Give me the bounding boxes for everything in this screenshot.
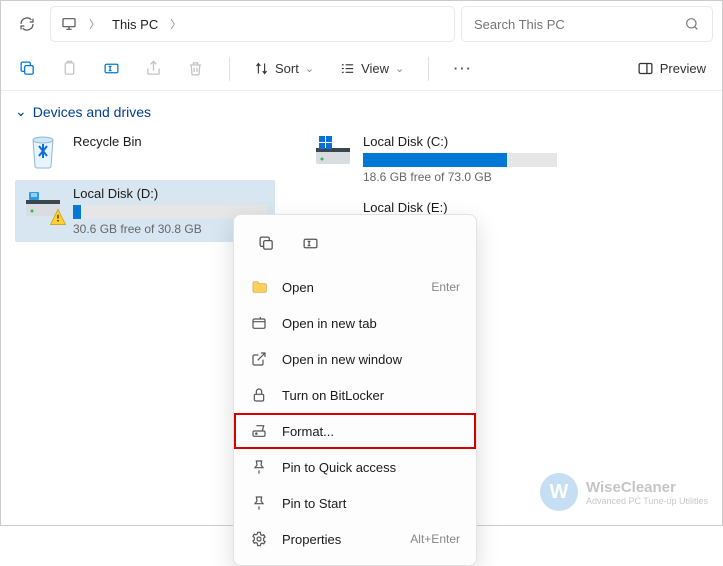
usage-bar xyxy=(363,153,557,167)
chevron-down-icon: ⌄ xyxy=(305,62,314,75)
logo-icon: W xyxy=(540,473,578,511)
breadcrumb[interactable]: 〉 This PC 〉 xyxy=(51,7,454,41)
copy-button[interactable] xyxy=(11,53,43,85)
item-local-disk-c[interactable]: Local Disk (C:) 18.6 GB free of 73.0 GB xyxy=(305,128,565,190)
sort-button[interactable]: Sort ⌄ xyxy=(248,57,320,80)
free-space: 18.6 GB free of 73.0 GB xyxy=(363,170,557,184)
pin-icon xyxy=(250,494,268,512)
ctx-pin-start[interactable]: Pin to Start xyxy=(234,485,476,521)
ctx-open[interactable]: Open Enter xyxy=(234,269,476,305)
item-recycle-bin[interactable]: Recycle Bin xyxy=(15,128,275,176)
refresh-button[interactable] xyxy=(11,8,43,40)
item-label: Recycle Bin xyxy=(73,134,267,149)
format-icon xyxy=(250,422,268,440)
item-label: Local Disk (C:) xyxy=(363,134,557,149)
paste-button[interactable] xyxy=(53,53,85,85)
view-button[interactable]: View ⌄ xyxy=(334,57,410,80)
ctx-copy-button[interactable] xyxy=(250,227,282,259)
ctx-open-tab[interactable]: Open in new tab xyxy=(234,305,476,341)
ctx-format[interactable]: Format... xyxy=(234,413,476,449)
ctx-rename-button[interactable] xyxy=(294,227,326,259)
ctx-bitlocker[interactable]: Turn on BitLocker xyxy=(234,377,476,413)
section-devices[interactable]: ⌄ Devices and drives xyxy=(15,97,708,128)
search-icon xyxy=(684,16,700,32)
drive-icon xyxy=(23,186,63,222)
item-label: Local Disk (E:) xyxy=(363,200,557,215)
delete-button[interactable] xyxy=(179,53,211,85)
external-icon xyxy=(250,350,268,368)
ctx-open-window[interactable]: Open in new window xyxy=(234,341,476,377)
rename-button[interactable] xyxy=(95,53,127,85)
ctx-pin-quick[interactable]: Pin to Quick access xyxy=(234,449,476,485)
chevron-down-icon: ⌄ xyxy=(395,62,404,75)
item-label: Local Disk (D:) xyxy=(73,186,267,201)
separator xyxy=(428,57,429,81)
ctx-properties[interactable]: Properties Alt+Enter xyxy=(234,521,476,557)
separator xyxy=(229,57,230,81)
recycle-bin-icon xyxy=(23,134,63,170)
chevron-down-icon: ⌄ xyxy=(15,103,27,120)
watermark: W WiseCleaner Advanced PC Tune-up Utilit… xyxy=(540,473,708,511)
gear-icon xyxy=(250,530,268,548)
share-button[interactable] xyxy=(137,53,169,85)
tab-icon xyxy=(250,314,268,332)
search-input[interactable] xyxy=(462,7,712,41)
context-menu: Open Enter Open in new tab Open in new w… xyxy=(233,214,477,566)
preview-button[interactable]: Preview xyxy=(631,56,712,81)
more-button[interactable]: ··· xyxy=(447,53,479,85)
lock-icon xyxy=(250,386,268,404)
chevron-icon: 〉 xyxy=(89,16,100,32)
pin-icon xyxy=(250,458,268,476)
chevron-icon: 〉 xyxy=(170,16,181,32)
folder-icon xyxy=(250,278,268,296)
drive-icon xyxy=(313,134,353,170)
breadcrumb-location[interactable]: This PC xyxy=(112,17,158,32)
pc-icon xyxy=(61,16,77,32)
